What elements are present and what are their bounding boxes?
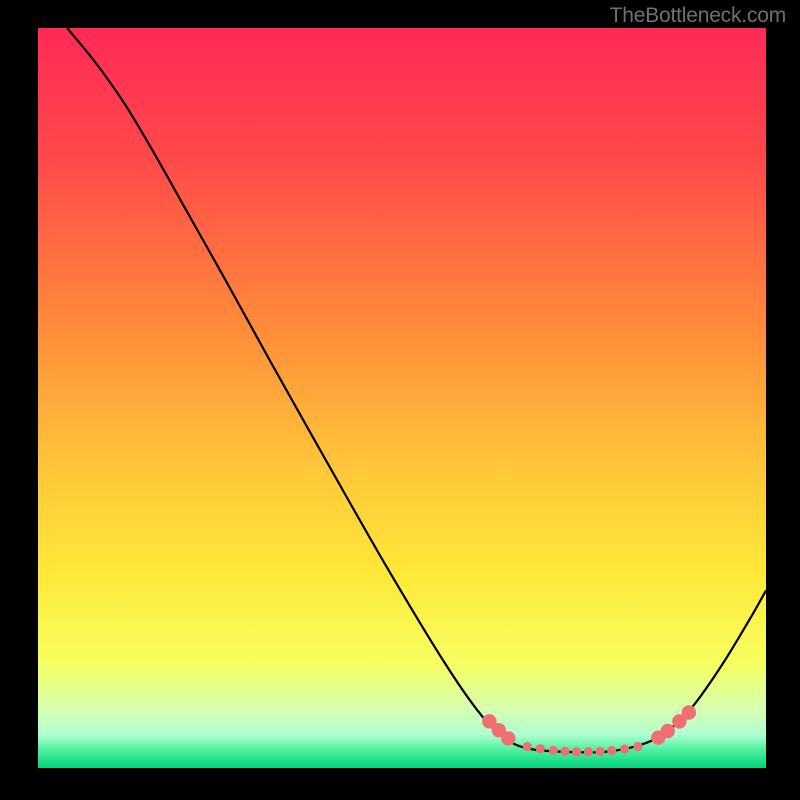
valley-marker xyxy=(560,747,569,756)
valley-marker xyxy=(572,747,581,756)
plot-background xyxy=(38,28,766,768)
valley-marker xyxy=(607,746,616,755)
valley-marker xyxy=(620,745,629,754)
valley-marker xyxy=(633,742,642,751)
valley-marker xyxy=(549,746,558,755)
attribution-text: TheBottleneck.com xyxy=(610,4,786,28)
valley-marker xyxy=(595,747,604,756)
valley-marker xyxy=(584,747,593,756)
valley-marker xyxy=(523,742,532,751)
valley-marker xyxy=(501,731,515,745)
bottleneck-chart xyxy=(0,0,800,800)
valley-marker xyxy=(536,744,545,753)
valley-marker xyxy=(661,724,675,738)
valley-marker xyxy=(682,705,696,719)
chart-container: TheBottleneck.com xyxy=(0,0,800,800)
